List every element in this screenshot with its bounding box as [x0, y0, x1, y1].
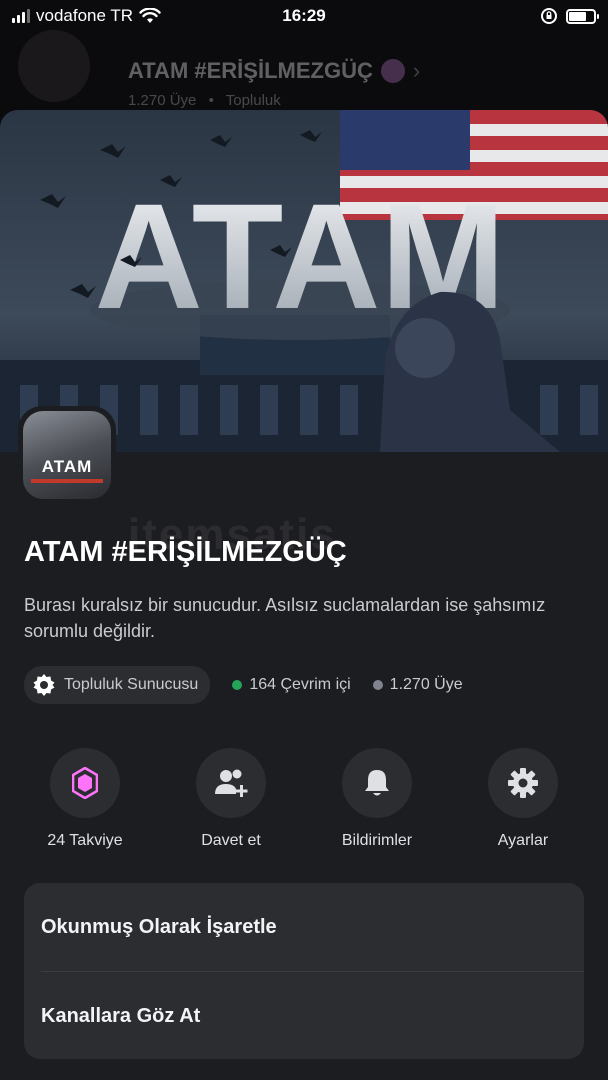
server-banner: ATAM [0, 110, 608, 452]
orientation-lock-icon [541, 8, 557, 24]
server-info-sheet: ATAM itemsatis ATAM ATAM #ERİŞİLMEZGÜÇ B… [0, 110, 608, 1080]
status-right [540, 7, 599, 25]
action-row: 24 Takviye Davet et Bildirimler Ayarlar [0, 748, 608, 850]
notifications-label: Bildirimler [341, 832, 413, 849]
background-subtitle: 1.270 Üye • Topluluk [128, 92, 281, 109]
invite-icon [215, 769, 248, 797]
banner-image: ATAM [0, 110, 608, 452]
bell-icon [365, 770, 389, 796]
settings-label: Ayarlar [497, 832, 549, 849]
server-info-row: Topluluk Sunucusu 164 Çevrim içi 1.270 Ü… [24, 666, 463, 704]
online-stat: 164 Çevrim içi [232, 676, 351, 694]
notifications-button[interactable]: Bildirimler [317, 748, 437, 850]
signal-icon [12, 9, 30, 23]
boost-button[interactable]: 24 Takviye [25, 748, 145, 850]
online-count: 164 Çevrim içi [249, 676, 351, 693]
server-name: ATAM #ERİŞİLMEZGÜÇ [24, 536, 347, 568]
member-stat: 1.270 Üye [372, 676, 463, 694]
server-icon-frame: ATAM [18, 406, 116, 504]
server-icon-text: ATAM [41, 457, 93, 476]
member-count: 1.270 Üye [389, 676, 463, 693]
background-server-header: ATAM #ERİŞİLMEZGÜÇ › 1.270 Üye • Toplulu… [0, 30, 608, 120]
community-server-label: Topluluk Sunucusu [64, 676, 199, 693]
background-title: ATAM #ERİŞİLMEZGÜÇ › [128, 58, 420, 84]
online-dot-icon [232, 680, 243, 690]
server-description: Burası kuralsız bir sunucudur. Asılsız s… [24, 595, 546, 641]
community-badge-icon [380, 59, 405, 83]
background-members: 1.270 Üye [128, 92, 197, 109]
browse-channels-item[interactable]: Kanallara Göz At [24, 972, 584, 1059]
carrier-label: vodafone TR [36, 6, 134, 25]
invite-button[interactable]: Davet et [171, 748, 291, 850]
invite-label: Davet et [201, 832, 261, 849]
status-bar: vodafone TR 16:29 [0, 0, 608, 32]
settings-button[interactable]: Ayarlar [463, 748, 583, 850]
gear-icon [508, 768, 538, 798]
server-icon: ATAM [23, 411, 111, 499]
chevron-right-icon: › [412, 58, 421, 83]
community-server-pill[interactable]: Topluluk Sunucusu [24, 666, 211, 704]
mark-as-read-item[interactable]: Okunmuş Olarak İşaretle [24, 883, 584, 971]
status-left: vodafone TR [12, 6, 161, 26]
boost-icon [72, 767, 98, 799]
background-type: Topluluk [225, 92, 281, 109]
boost-label: 24 Takviye [47, 832, 123, 849]
menu-card: Okunmuş Olarak İşaretle Kanallara Göz At [24, 883, 584, 1059]
background-avatar [18, 30, 90, 102]
wifi-icon [139, 8, 161, 23]
background-title-text: ATAM #ERİŞİLMEZGÜÇ [128, 58, 373, 83]
community-badge-icon [33, 674, 55, 696]
battery-icon [566, 8, 599, 24]
member-dot-icon [372, 680, 383, 690]
